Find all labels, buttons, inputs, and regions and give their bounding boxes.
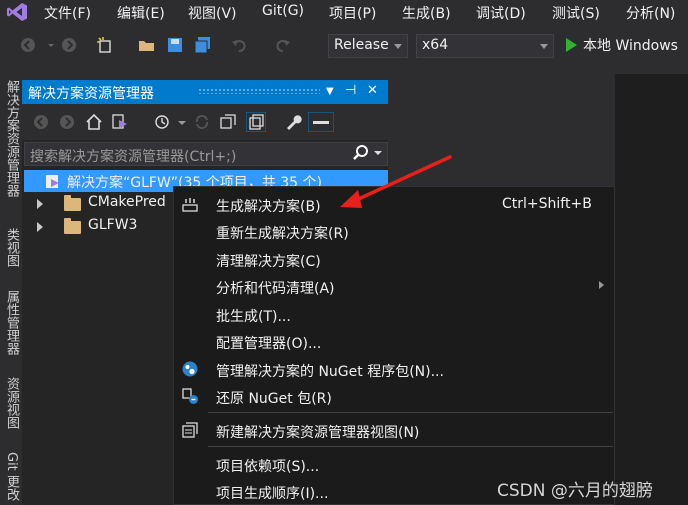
forward-icon[interactable]	[60, 36, 78, 54]
save-all-icon[interactable]	[194, 36, 212, 54]
side-tab-git-changes[interactable]: Git 更改	[3, 452, 19, 505]
configuration-select[interactable]: Release	[328, 34, 408, 58]
play-icon	[566, 38, 577, 52]
folder-icon	[64, 218, 81, 234]
window-position-icon[interactable]: ▼	[326, 86, 334, 97]
restore-nuget-icon	[182, 388, 198, 404]
chevron-down-icon	[394, 44, 402, 49]
open-folder-icon[interactable]	[138, 36, 156, 54]
folder-icon	[64, 195, 81, 211]
title-bar-grip[interactable]	[198, 88, 320, 94]
back-icon[interactable]	[31, 112, 51, 132]
new-project-icon[interactable]	[96, 36, 114, 54]
menu-debug[interactable]: 调试(D)	[476, 3, 526, 23]
menu-item-clean-solution[interactable]: 清理解决方案(C)	[216, 251, 321, 271]
redo-icon[interactable]	[274, 36, 292, 54]
new-explorer-view-icon	[182, 422, 198, 438]
start-debugging-button[interactable]: 本地 Windows	[566, 35, 678, 57]
expand-arrow-icon[interactable]	[37, 222, 43, 232]
menu-view[interactable]: 视图(V)	[188, 3, 237, 23]
menu-item-configuration-manager[interactable]: 配置管理器(O)...	[216, 333, 321, 353]
properties-wrench-icon[interactable]	[283, 112, 303, 132]
menu-item-new-explorer-view[interactable]: 新建解决方案资源管理器视图(N)	[216, 422, 419, 442]
menu-build[interactable]: 生成(B)	[402, 3, 451, 23]
platform-select[interactable]: x64	[416, 34, 554, 58]
undo-icon[interactable]	[230, 36, 248, 54]
shortcut-label: Ctrl+Shift+B	[502, 196, 592, 212]
menu-analyze[interactable]: 分析(N)	[626, 3, 675, 23]
expand-arrow-icon[interactable]	[37, 199, 43, 209]
platform-value: x64	[422, 37, 449, 53]
home-icon[interactable]	[84, 112, 104, 132]
sync-icon[interactable]	[192, 112, 212, 132]
menu-test[interactable]: 测试(S)	[552, 3, 600, 23]
back-icon[interactable]	[19, 36, 37, 54]
menu-item-build-solution[interactable]: 生成解决方案(B)	[216, 196, 321, 216]
chevron-down-icon[interactable]	[172, 112, 192, 132]
switch-views-icon[interactable]	[110, 112, 130, 132]
menu-project[interactable]: 项目(P)	[329, 3, 376, 23]
collapse-all-icon[interactable]	[218, 112, 238, 132]
editor-area	[615, 74, 688, 505]
menu-item-batch-build[interactable]: 批生成(T)...	[216, 306, 291, 326]
menu-separator	[208, 446, 613, 447]
build-solution-icon	[182, 198, 198, 212]
chevron-down-icon	[540, 44, 548, 49]
solution-icon	[46, 175, 59, 188]
menu-item-rebuild-solution[interactable]: 重新生成解决方案(R)	[216, 223, 349, 243]
show-all-files-icon[interactable]	[246, 112, 266, 132]
menu-git[interactable]: Git(G)	[262, 3, 304, 19]
pin-icon[interactable]: ⊣	[345, 83, 356, 98]
side-tab-resource-view[interactable]: 资源视图	[3, 377, 19, 441]
preview-selected-icon[interactable]	[308, 112, 334, 132]
dropdown-icon[interactable]	[42, 36, 60, 54]
forward-icon[interactable]	[57, 112, 77, 132]
annotation-arrow-icon	[340, 155, 452, 208]
menu-item-manage-nuget[interactable]: 管理解决方案的 NuGet 程序包(N)...	[216, 361, 444, 381]
search-placeholder: 搜索解决方案资源管理器(Ctrl+;)	[30, 149, 237, 165]
side-tab-property-manager[interactable]: 属性管理器	[3, 290, 19, 368]
side-tab-class-view[interactable]: 类视图	[3, 228, 19, 276]
pending-changes-filter-icon[interactable]	[152, 112, 172, 132]
menu-item-project-dependencies[interactable]: 项目依赖项(S)...	[216, 456, 319, 476]
configuration-value: Release	[334, 37, 389, 53]
save-icon[interactable]	[166, 36, 184, 54]
menu-separator	[208, 412, 613, 413]
menu-file[interactable]: 文件(F)	[44, 3, 91, 23]
close-icon[interactable]: ✕	[367, 83, 378, 98]
tree-item-glfw3[interactable]: GLFW3	[88, 217, 137, 233]
watermark: CSDN @六月的翅膀	[497, 481, 653, 501]
side-tab-solution-explorer[interactable]: 解决方案资源管理器	[3, 80, 19, 214]
menu-item-analyze-code-cleanup[interactable]: 分析和代码清理(A)	[216, 278, 335, 298]
menu-item-restore-nuget[interactable]: 还原 NuGet 包(R)	[216, 388, 332, 408]
menu-edit[interactable]: 编辑(E)	[117, 3, 165, 23]
visual-studio-logo-icon	[7, 3, 27, 21]
panel-title: 解决方案资源管理器	[28, 86, 154, 102]
menu-item-project-build-order[interactable]: 项目生成顺序(I)...	[216, 483, 328, 503]
start-label: 本地 Windows	[583, 38, 678, 54]
submenu-arrow-icon	[599, 281, 604, 289]
tree-item-cmakepred[interactable]: CMakePred	[88, 194, 166, 210]
nuget-icon	[182, 361, 198, 377]
